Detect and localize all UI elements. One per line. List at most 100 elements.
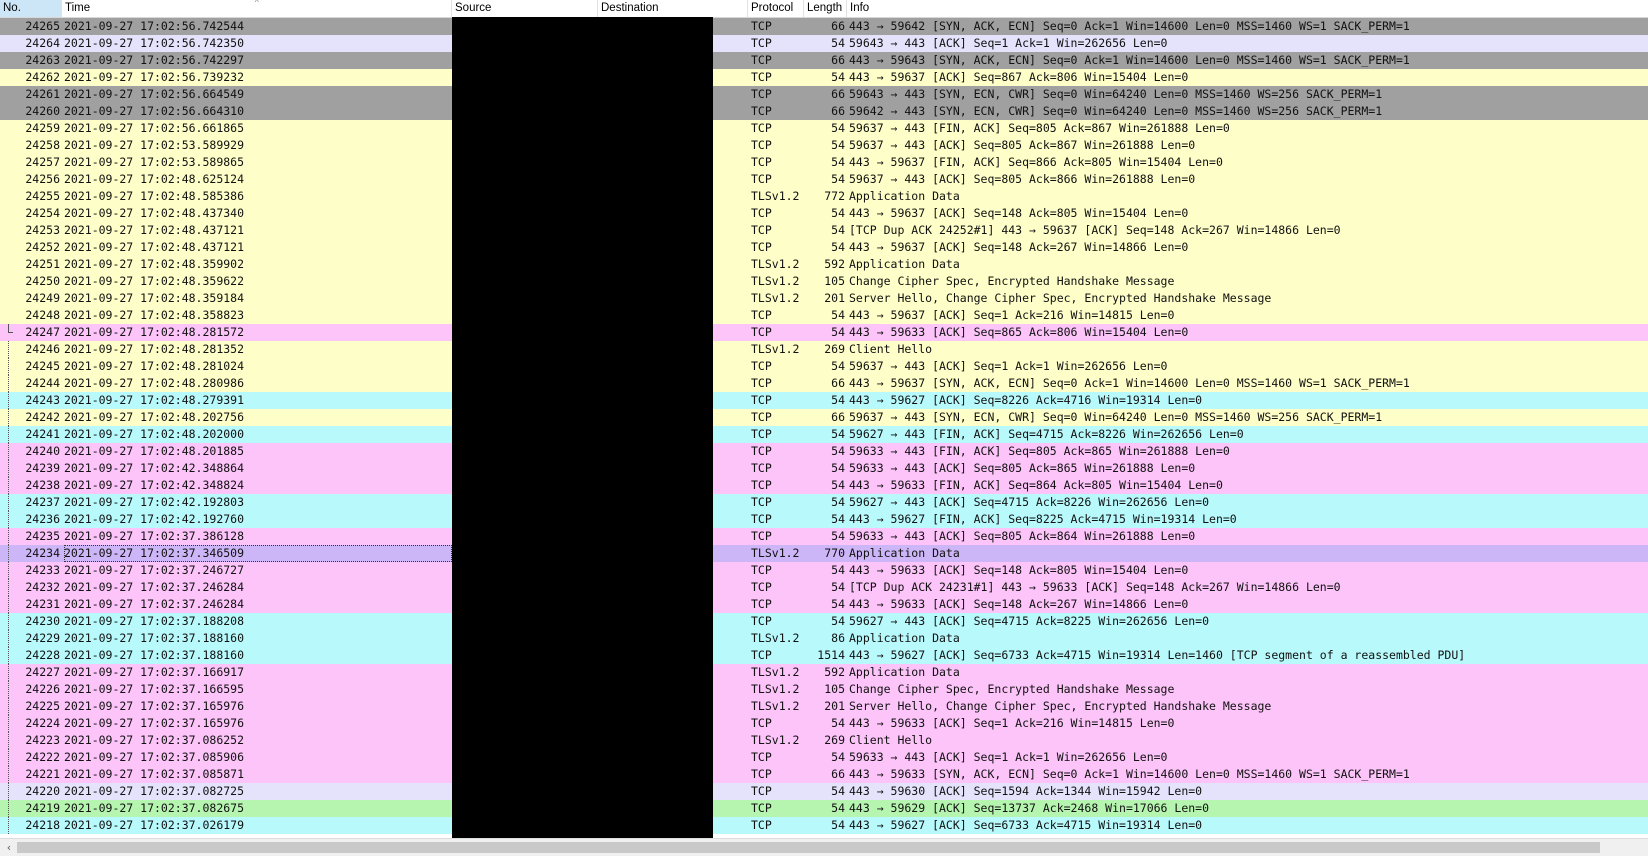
packet-time: 2021-09-27 17:02:42.348864 <box>64 461 245 475</box>
packet-row[interactable]: 24256 2021-09-27 17:02:48.625124 TCP 54 5963… <box>0 171 1648 188</box>
packet-time: 2021-09-27 17:02:37.085906 <box>64 750 245 764</box>
packet-row[interactable]: 24218 2021-09-27 17:02:37.026179 TCP 54 443 … <box>0 817 1648 834</box>
packet-row[interactable]: 24220 2021-09-27 17:02:37.082725 TCP 54 443 … <box>0 783 1648 800</box>
packet-no: 24247 <box>25 325 60 339</box>
packet-no: 24265 <box>25 19 60 33</box>
packet-row[interactable]: 24254 2021-09-27 17:02:48.437340 TCP 54 443 … <box>0 205 1648 222</box>
packet-time: 2021-09-27 17:02:48.359184 <box>64 291 245 305</box>
column-header-length[interactable]: Length <box>804 0 847 17</box>
packet-no: 24231 <box>25 597 60 611</box>
packet-time: 2021-09-27 17:02:48.281024 <box>64 359 245 373</box>
packet-row[interactable]: 24260 2021-09-27 17:02:56.664310 TCP 66 5964… <box>0 103 1648 120</box>
packet-time: 2021-09-27 17:02:53.589865 <box>64 155 245 169</box>
packet-no: 24222 <box>25 750 60 764</box>
packet-row[interactable]: 24227 2021-09-27 17:02:37.166917 TLSv1.2 59… <box>0 664 1648 681</box>
packet-info: Application Data <box>849 665 960 679</box>
packet-row[interactable]: 24248 2021-09-27 17:02:48.358823 TCP 54 443 … <box>0 307 1648 324</box>
packet-row[interactable]: 24258 2021-09-27 17:02:53.589929 TCP 54 5963… <box>0 137 1648 154</box>
packet-length: 66 <box>831 53 845 67</box>
packet-row[interactable]: 24221 2021-09-27 17:02:37.085871 TCP 66 443 … <box>0 766 1648 783</box>
packet-row[interactable]: 24247 2021-09-27 17:02:48.281572 TCP 54 443 … <box>0 324 1648 341</box>
packet-length: 54 <box>831 240 845 254</box>
packet-row[interactable]: 24250 2021-09-27 17:02:48.359622 TLSv1.2 10… <box>0 273 1648 290</box>
packet-length: 54 <box>831 614 845 628</box>
packet-row[interactable]: 24238 2021-09-27 17:02:42.348824 TCP 54 443 … <box>0 477 1648 494</box>
packet-row[interactable]: 24259 2021-09-27 17:02:56.661865 TCP 54 5963… <box>0 120 1648 137</box>
packet-info: 443 → 59637 [ACK] Seq=148 Ack=267 Win=14… <box>849 240 1189 254</box>
packet-row[interactable]: 24222 2021-09-27 17:02:37.085906 TCP 54 5963… <box>0 749 1648 766</box>
packet-no: 24248 <box>25 308 60 322</box>
packet-time: 2021-09-27 17:02:37.166595 <box>64 682 245 696</box>
packet-row[interactable]: 24219 2021-09-27 17:02:37.082675 TCP 54 443 … <box>0 800 1648 817</box>
packet-row[interactable]: 24243 2021-09-27 17:02:48.279391 TCP 54 443 … <box>0 392 1648 409</box>
scrollbar-thumb[interactable] <box>17 842 1600 853</box>
packet-row[interactable]: 24241 2021-09-27 17:02:48.202000 TCP 54 5962… <box>0 426 1648 443</box>
packet-row[interactable]: 24249 2021-09-27 17:02:48.359184 TLSv1.2 20… <box>0 290 1648 307</box>
packet-info: 443 → 59642 [SYN, ACK, ECN] Seq=0 Ack=1 … <box>849 19 1410 33</box>
packet-length: 105 <box>824 682 845 696</box>
packet-length: 105 <box>824 274 845 288</box>
horizontal-scrollbar[interactable]: ‹ <box>0 838 1648 856</box>
packet-time: 2021-09-27 17:02:42.348824 <box>64 478 245 492</box>
packet-row[interactable]: 24263 2021-09-27 17:02:56.742297 TCP 66 443 … <box>0 52 1648 69</box>
column-header-no[interactable]: No. <box>0 0 62 17</box>
packet-no: 24225 <box>25 699 60 713</box>
packet-row[interactable]: 24253 2021-09-27 17:02:48.437121 TCP 54 [TCP… <box>0 222 1648 239</box>
packet-row[interactable]: 24235 2021-09-27 17:02:37.386128 TCP 54 5963… <box>0 528 1648 545</box>
column-header-destination[interactable]: Destination <box>598 0 748 17</box>
packet-row[interactable]: 24233 2021-09-27 17:02:37.246727 TCP 54 443 … <box>0 562 1648 579</box>
packet-no: 24261 <box>25 87 60 101</box>
packet-no: 24228 <box>25 648 60 662</box>
packet-row[interactable]: 24261 2021-09-27 17:02:56.664549 TCP 66 5964… <box>0 86 1648 103</box>
packet-row[interactable]: 24239 2021-09-27 17:02:42.348864 TCP 54 5963… <box>0 460 1648 477</box>
packet-row[interactable]: 24225 2021-09-27 17:02:37.165976 TLSv1.2 20… <box>0 698 1648 715</box>
packet-row[interactable]: 24244 2021-09-27 17:02:48.280986 TCP 66 443 … <box>0 375 1648 392</box>
column-header-protocol[interactable]: Protocol <box>748 0 804 17</box>
packet-no: 24253 <box>25 223 60 237</box>
column-header-info[interactable]: Info <box>847 0 1648 17</box>
packet-row[interactable]: 24237 2021-09-27 17:02:42.192803 TCP 54 5962… <box>0 494 1648 511</box>
packet-length: 269 <box>824 342 845 356</box>
packet-info: 59633 → 443 [ACK] Seq=805 Ack=864 Win=26… <box>849 529 1196 543</box>
column-header-source[interactable]: Source <box>452 0 598 17</box>
packet-length: 54 <box>831 325 845 339</box>
packet-info: 59633 → 443 [FIN, ACK] Seq=805 Ack=865 W… <box>849 444 1230 458</box>
packet-length: 201 <box>824 291 845 305</box>
packet-row[interactable]: 24262 2021-09-27 17:02:56.739232 TCP 54 443 … <box>0 69 1648 86</box>
packet-row[interactable]: 24231 2021-09-27 17:02:37.246284 TCP 54 443 … <box>0 596 1648 613</box>
packet-row[interactable]: 24230 2021-09-27 17:02:37.188208 TCP 54 5962… <box>0 613 1648 630</box>
packet-no: 24257 <box>25 155 60 169</box>
packet-no: 24236 <box>25 512 60 526</box>
packet-row[interactable]: 24255 2021-09-27 17:02:48.585386 TLSv1.2 77… <box>0 188 1648 205</box>
packet-row[interactable]: 24236 2021-09-27 17:02:42.192760 TCP 54 443 … <box>0 511 1648 528</box>
packet-row[interactable]: 24229 2021-09-27 17:02:37.188160 TLSv1.2 86… <box>0 630 1648 647</box>
packet-length: 54 <box>831 155 845 169</box>
packet-time: 2021-09-27 17:02:37.085871 <box>64 767 245 781</box>
packet-length: 54 <box>831 461 845 475</box>
packet-row[interactable]: 24232 2021-09-27 17:02:37.246284 TCP 54 [TCP… <box>0 579 1648 596</box>
packet-row[interactable]: 24224 2021-09-27 17:02:37.165976 TCP 54 443 … <box>0 715 1648 732</box>
packet-row[interactable]: 24228 2021-09-27 17:02:37.188160 TCP 1514 44… <box>0 647 1648 664</box>
scroll-left-icon[interactable]: ‹ <box>2 839 16 856</box>
packet-length: 54 <box>831 206 845 220</box>
packet-row[interactable]: 24223 2021-09-27 17:02:37.086252 TLSv1.2 26… <box>0 732 1648 749</box>
packet-info: Server Hello, Change Cipher Spec, Encryp… <box>849 291 1272 305</box>
packet-no: 24219 <box>25 801 60 815</box>
packet-time: 2021-09-27 17:02:37.082725 <box>64 784 245 798</box>
packet-row[interactable]: 24251 2021-09-27 17:02:48.359902 TLSv1.2 59… <box>0 256 1648 273</box>
packet-row[interactable]: 24257 2021-09-27 17:02:53.589865 TCP 54 443 … <box>0 154 1648 171</box>
packet-row[interactable]: 24252 2021-09-27 17:02:48.437121 TCP 54 443 … <box>0 239 1648 256</box>
packet-no: 24241 <box>25 427 60 441</box>
packet-row[interactable]: 24265 2021-09-27 17:02:56.742544 TCP 66 443 … <box>0 18 1648 35</box>
packet-row[interactable]: 24240 2021-09-27 17:02:48.201885 TCP 54 5963… <box>0 443 1648 460</box>
packet-info: 443 → 59633 [FIN, ACK] Seq=864 Ack=805 W… <box>849 478 1223 492</box>
packet-info: 443 → 59633 [ACK] Seq=148 Ack=805 Win=15… <box>849 563 1189 577</box>
packet-row[interactable]: 24264 2021-09-27 17:02:56.742350 TCP 54 5964… <box>0 35 1648 52</box>
packet-row[interactable]: 24246 2021-09-27 17:02:48.281352 TLSv1.2 26… <box>0 341 1648 358</box>
packet-info: 59643 → 443 [SYN, ECN, CWR] Seq=0 Win=64… <box>849 87 1383 101</box>
packet-row[interactable]: 24226 2021-09-27 17:02:37.166595 TLSv1.2 10… <box>0 681 1648 698</box>
packet-info: Change Cipher Spec, Encrypted Handshake … <box>849 274 1175 288</box>
packet-row[interactable]: 24245 2021-09-27 17:02:48.281024 TCP 54 5963… <box>0 358 1648 375</box>
packet-row[interactable]: 24242 2021-09-27 17:02:48.202756 TCP 66 5963… <box>0 409 1648 426</box>
packet-row[interactable]: 24234 2021-09-27 17:02:37.346509 TLSv1.2 77… <box>0 545 1648 562</box>
